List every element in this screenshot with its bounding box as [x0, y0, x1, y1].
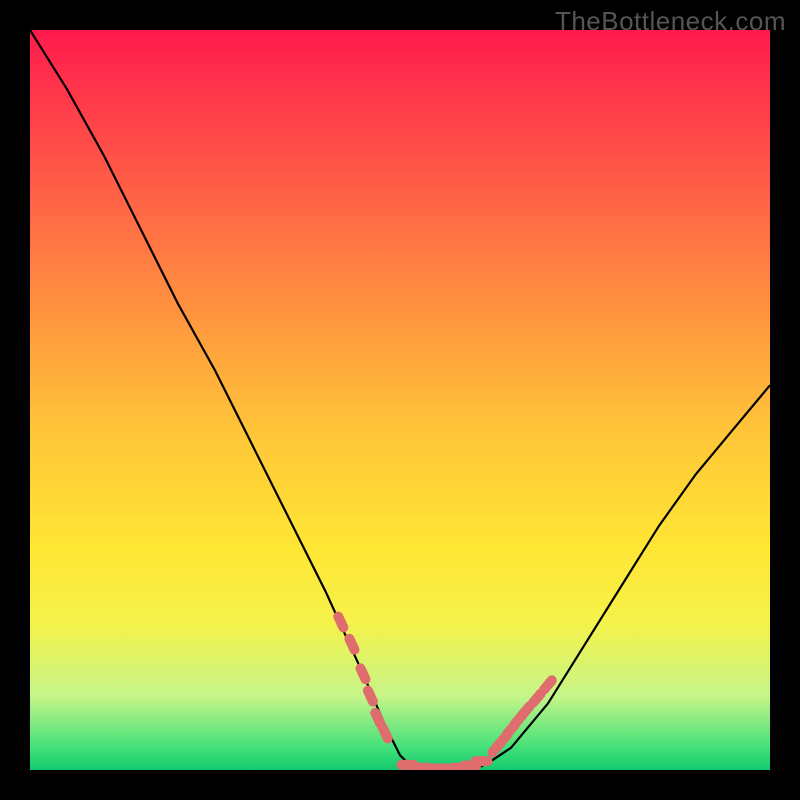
curve-marker	[376, 721, 394, 745]
bottleneck-curve	[30, 30, 770, 770]
curve-marker	[354, 662, 372, 686]
chart-frame: TheBottleneck.com	[0, 0, 800, 800]
curve-marker	[343, 632, 361, 656]
plot-area	[30, 30, 770, 770]
curve-marker	[332, 610, 350, 634]
marker-layer	[332, 610, 559, 770]
chart-overlay	[30, 30, 770, 770]
curve-marker	[470, 756, 492, 766]
curve-marker	[361, 684, 379, 708]
